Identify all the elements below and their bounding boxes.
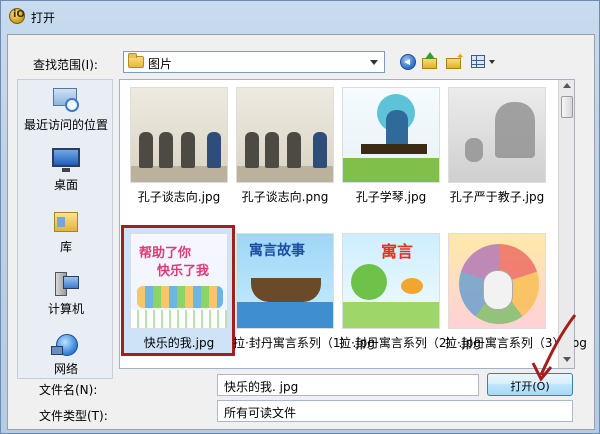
file-type-value: 所有可读文件 (224, 406, 297, 420)
place-recent[interactable]: 最近访问的位置 (18, 88, 114, 133)
thumbnail-text: 帮助了你 (139, 246, 192, 261)
file-item[interactable]: 寓言故事 拉·封丹寓言系列（1）.jpg (233, 233, 375, 351)
file-item[interactable]: 孔子严于教子.jpg (445, 87, 549, 205)
thumbnail-text: 寓言故事 (249, 243, 305, 259)
file-name: 孔子严于教子.jpg (449, 190, 545, 204)
file-name: 孔子谈志向.png (241, 190, 329, 204)
file-type-select[interactable]: 所有可读文件 (217, 400, 573, 422)
thumbnail (236, 87, 334, 183)
network-icon (51, 332, 81, 358)
thumbnail: 寓言 (342, 233, 440, 329)
thumbnail (130, 87, 228, 183)
file-item[interactable]: 寓言 拉·封丹寓言系列（2）.jpg (339, 233, 481, 351)
desktop-icon (51, 148, 81, 174)
place-label: 桌面 (53, 178, 78, 192)
scroll-thumb[interactable] (561, 96, 573, 118)
computer-icon (51, 272, 81, 298)
place-desktop[interactable]: 桌面 (18, 148, 114, 193)
file-item-selected[interactable]: 帮助了你 快乐了我 快乐的我.jpg (127, 233, 231, 351)
window-title: 打开 (31, 11, 56, 25)
file-name: 孔子谈志向.jpg (137, 190, 221, 204)
file-name: 拉·封丹寓言系列（1）.jpg (233, 336, 375, 350)
place-label: 网络 (53, 362, 78, 376)
new-folder-icon[interactable]: ✦ (445, 52, 465, 72)
back-icon[interactable] (399, 52, 417, 72)
thumbnail: 帮助了你 快乐了我 (130, 233, 228, 329)
places-bar: 最近访问的位置 桌面 库 计算机 网络 (17, 79, 113, 379)
file-name: 快乐的我.jpg (143, 336, 215, 350)
file-name-value: 快乐的我. jpg (224, 380, 299, 394)
look-in-label: 查找范围(I): (33, 58, 98, 72)
place-label: 计算机 (47, 302, 84, 316)
thumbnail-text: 寓言 (381, 242, 414, 261)
file-item[interactable]: 孔子谈志向.png (233, 87, 337, 205)
place-label: 最近访问的位置 (23, 118, 108, 132)
recent-places-icon (51, 88, 81, 114)
thumbnail (448, 87, 546, 183)
thumbnail (342, 87, 440, 183)
scroll-up-icon[interactable] (563, 83, 571, 88)
file-item[interactable]: 孔子学琴.jpg (339, 87, 443, 205)
file-name: 拉·封丹寓言系列（2）.jpg (339, 336, 481, 350)
thumbnail: 寓言故事 (236, 233, 334, 329)
file-type-label: 文件类型(T): (39, 409, 108, 423)
place-network[interactable]: 网络 (18, 332, 114, 377)
open-file-dialog: iO 打开 查找范围(I): 图片 ✦ 最近访问的位置 桌面 库 计算机 网络 (0, 0, 600, 434)
title-bar[interactable]: iO 打开 (1, 1, 600, 31)
thumbnail-text: 快乐了我 (157, 264, 210, 279)
folder-icon (128, 53, 144, 68)
look-in-value: 图片 (148, 57, 173, 71)
place-label: 库 (59, 240, 72, 254)
libraries-icon (51, 210, 81, 236)
file-name: 孔子学琴.jpg (355, 190, 427, 204)
annotation-arrow-icon (531, 314, 577, 382)
place-computer[interactable]: 计算机 (18, 272, 114, 317)
file-name-input[interactable]: 快乐的我. jpg (217, 374, 479, 396)
chevron-down-icon[interactable] (370, 60, 378, 65)
file-name-label: 文件名(N): (39, 383, 98, 397)
place-libraries[interactable]: 库 (18, 210, 114, 255)
up-folder-icon[interactable] (421, 52, 439, 72)
look-in-dropdown[interactable]: 图片 (123, 51, 385, 73)
view-menu-icon[interactable] (469, 52, 499, 72)
file-item[interactable]: 孔子谈志向.jpg (127, 87, 231, 205)
app-logo-icon: iO (9, 8, 25, 24)
